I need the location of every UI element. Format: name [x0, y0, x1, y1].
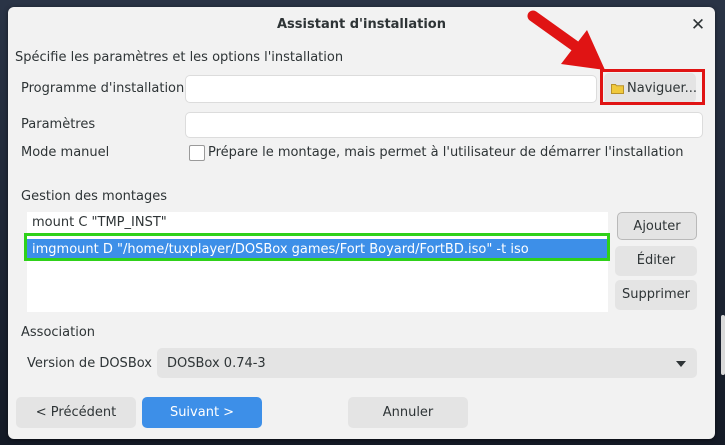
add-mount-button[interactable]: Ajouter	[617, 212, 697, 240]
list-item[interactable]: mount C "TMP_INST"	[27, 212, 608, 234]
browse-button[interactable]: Naviguer...	[604, 73, 698, 103]
params-label: Paramètres	[21, 117, 96, 132]
next-button[interactable]: Suivant >	[142, 397, 262, 428]
installer-path-input[interactable]	[185, 75, 597, 103]
dosbox-version-select[interactable]: DOSBox 0.74-3	[157, 348, 697, 378]
mount-entry-text: imgmount D "/home/tuxplayer/DOSBox games…	[32, 242, 529, 257]
background-window-edge	[721, 315, 725, 375]
association-section-label: Association	[21, 325, 96, 340]
installer-label: Programme d'installation	[21, 81, 185, 96]
window-title: Assistant d'installation	[277, 17, 446, 32]
browse-button-label: Naviguer...	[627, 81, 698, 96]
mounts-section-label: Gestion des montages	[21, 189, 167, 204]
manual-mode-label: Mode manuel	[21, 145, 110, 160]
manual-mode-checkbox[interactable]	[189, 145, 205, 161]
edit-mount-button[interactable]: Éditer	[615, 246, 697, 276]
manual-mode-description: Prépare le montage, mais permet à l'util…	[208, 145, 684, 160]
folder-icon	[611, 84, 624, 94]
chevron-down-icon	[676, 361, 686, 367]
page-subtitle: Spécifie les paramètres et les options l…	[15, 50, 344, 65]
close-icon[interactable]: ✕	[689, 16, 707, 34]
previous-button[interactable]: < Précédent	[16, 397, 136, 428]
cancel-button[interactable]: Annuler	[348, 397, 468, 428]
dosbox-version-label: Version de DOSBox	[27, 356, 152, 371]
install-wizard-dialog: Assistant d'installation ✕ Spécifie les …	[8, 7, 715, 439]
mount-entry-text: mount C "TMP_INST"	[32, 215, 167, 230]
list-item-selected[interactable]: imgmount D "/home/tuxplayer/DOSBox games…	[27, 239, 608, 261]
params-input[interactable]	[185, 112, 703, 138]
mounts-list[interactable]: mount C "TMP_INST" imgmount D "/home/tux…	[27, 212, 608, 312]
dosbox-version-value: DOSBox 0.74-3	[167, 356, 266, 371]
titlebar: Assistant d'installation ✕	[8, 7, 715, 43]
remove-mount-button[interactable]: Supprimer	[615, 280, 697, 310]
